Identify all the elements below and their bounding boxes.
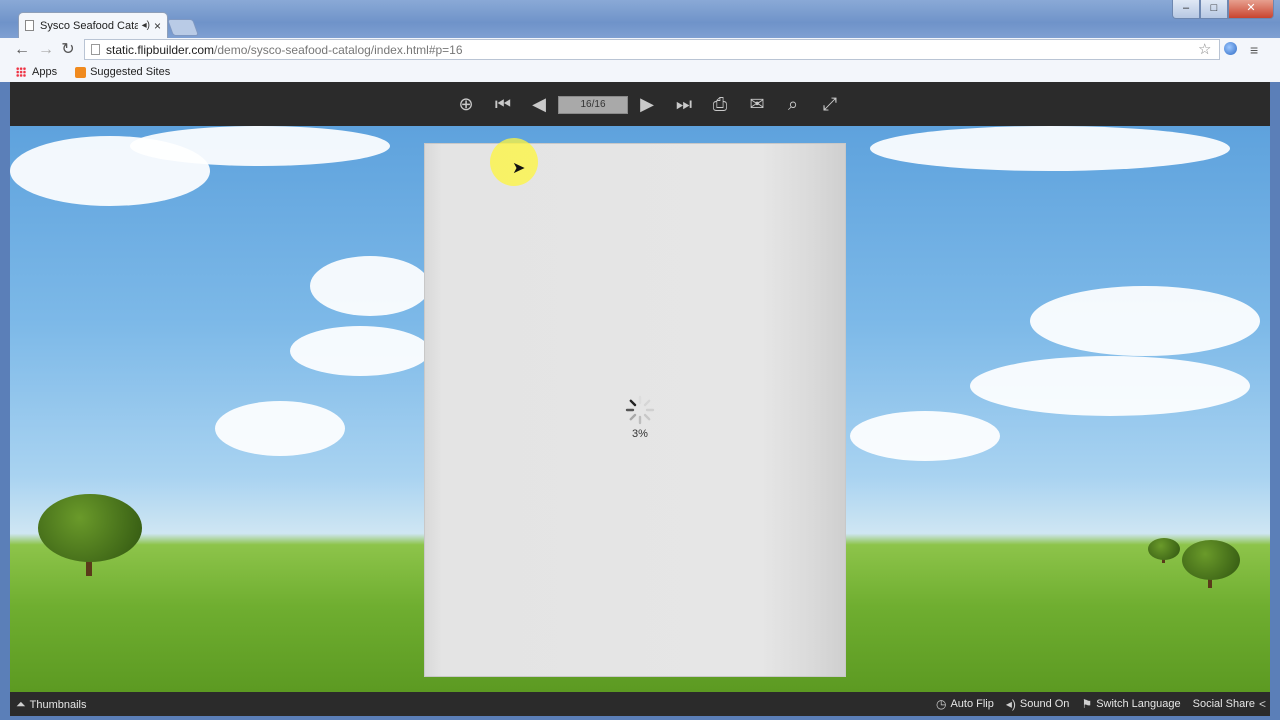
cloud: [290, 326, 430, 376]
zoom-in-icon[interactable]: ⊕: [454, 92, 478, 116]
first-page-icon[interactable]: ⏮: [491, 92, 515, 116]
loading-spinner-icon: [625, 395, 655, 425]
globe-extension-icon[interactable]: [1224, 42, 1237, 55]
thumbnails-label: Thumbnails: [29, 698, 87, 711]
auto-flip-label: Auto Flip: [950, 698, 994, 710]
thumbnails-button[interactable]: ⏶ Thumbnails: [16, 697, 86, 712]
social-share-button[interactable]: Social Share <: [1193, 697, 1266, 711]
new-tab-button[interactable]: [166, 19, 200, 36]
last-page-icon[interactable]: ⏭: [672, 92, 696, 116]
cloud: [1030, 286, 1260, 356]
close-window-button[interactable]: ✕: [1228, 0, 1274, 19]
speaker-icon[interactable]: ◂): [142, 20, 150, 31]
email-icon[interactable]: ✉: [745, 92, 769, 116]
suggested-sites-icon[interactable]: [75, 66, 87, 78]
share-icon: <: [1258, 697, 1266, 711]
window-frame-bottom: [0, 716, 1280, 720]
cloud: [215, 401, 345, 456]
social-share-label: Social Share: [1192, 698, 1255, 710]
cloud: [870, 126, 1230, 171]
chevron-up-icon: ⏶: [16, 697, 26, 711]
tab-title: Sysco Seafood Catalog: [40, 19, 138, 32]
cloud: [310, 256, 430, 316]
address-bar[interactable]: static.flipbuilder.com/demo/sysco-seafoo…: [84, 39, 1220, 60]
switch-language-label: Switch Language: [1096, 698, 1181, 710]
print-icon[interactable]: ⎙: [708, 92, 732, 116]
url-host: static.flipbuilder.com: [106, 42, 215, 57]
search-icon[interactable]: ⌕: [781, 92, 805, 116]
page-icon: [25, 20, 34, 31]
tree: [1148, 538, 1180, 560]
bookmark-suggested-sites[interactable]: Suggested Sites: [90, 66, 170, 78]
cloud: [970, 356, 1250, 416]
flipbook-bottom-bar: ⏶ Thumbnails ◷ Auto Flip ◂) Sound On ⚑ S…: [10, 692, 1270, 716]
browser-tab[interactable]: Sysco Seafood Catalog ◂) ×: [18, 12, 168, 38]
tab-close-icon[interactable]: ×: [154, 19, 161, 33]
sound-label: Sound On: [1019, 698, 1070, 710]
browser-toolbar: ← → ↻ static.flipbuilder.com/demo/sysco-…: [0, 38, 1280, 62]
cloud: [850, 411, 1000, 461]
flag-icon: ⚑: [1081, 697, 1093, 711]
window-titlebar: Sysco Seafood Catalog ◂) × ‒ □ ✕: [0, 0, 1280, 38]
window-frame-right: [1270, 82, 1280, 720]
tree: [38, 494, 142, 562]
previous-page-icon[interactable]: ◀: [527, 92, 551, 116]
auto-flip-button[interactable]: ◷ Auto Flip: [936, 697, 994, 711]
tree: [1182, 540, 1240, 580]
url-path: /demo/sysco-seafood-catalog/index.html#p…: [214, 42, 463, 57]
loading-percent: 3%: [632, 428, 648, 440]
mouse-cursor-icon: ➤: [512, 160, 526, 177]
minimize-button[interactable]: ‒: [1172, 0, 1200, 19]
forward-button[interactable]: →: [36, 40, 56, 60]
reload-button[interactable]: ↻: [58, 40, 78, 60]
back-button[interactable]: ←: [12, 40, 32, 60]
page-number-input[interactable]: 16/16: [558, 96, 628, 114]
clock-icon: ◷: [935, 697, 947, 711]
speaker-icon: ◂): [1005, 697, 1016, 711]
fullscreen-icon[interactable]: ⤢: [818, 92, 842, 116]
window-frame-left: [0, 82, 10, 720]
page-icon: [91, 44, 100, 55]
chrome-menu-icon[interactable]: ≡: [1250, 42, 1258, 58]
switch-language-button[interactable]: ⚑ Switch Language: [1081, 697, 1180, 711]
bookmark-star-icon[interactable]: ☆: [1198, 40, 1211, 58]
window-controls: ‒ □ ✕: [1172, 0, 1274, 19]
cloud: [130, 126, 390, 166]
apps-grid-icon[interactable]: [16, 67, 26, 77]
sound-toggle[interactable]: ◂) Sound On: [1006, 697, 1070, 711]
next-page-icon[interactable]: ▶: [635, 92, 659, 116]
bookmark-apps[interactable]: Apps: [32, 66, 57, 78]
bookmarks-bar: Apps Suggested Sites: [0, 62, 1280, 82]
maximize-button[interactable]: □: [1200, 0, 1228, 19]
